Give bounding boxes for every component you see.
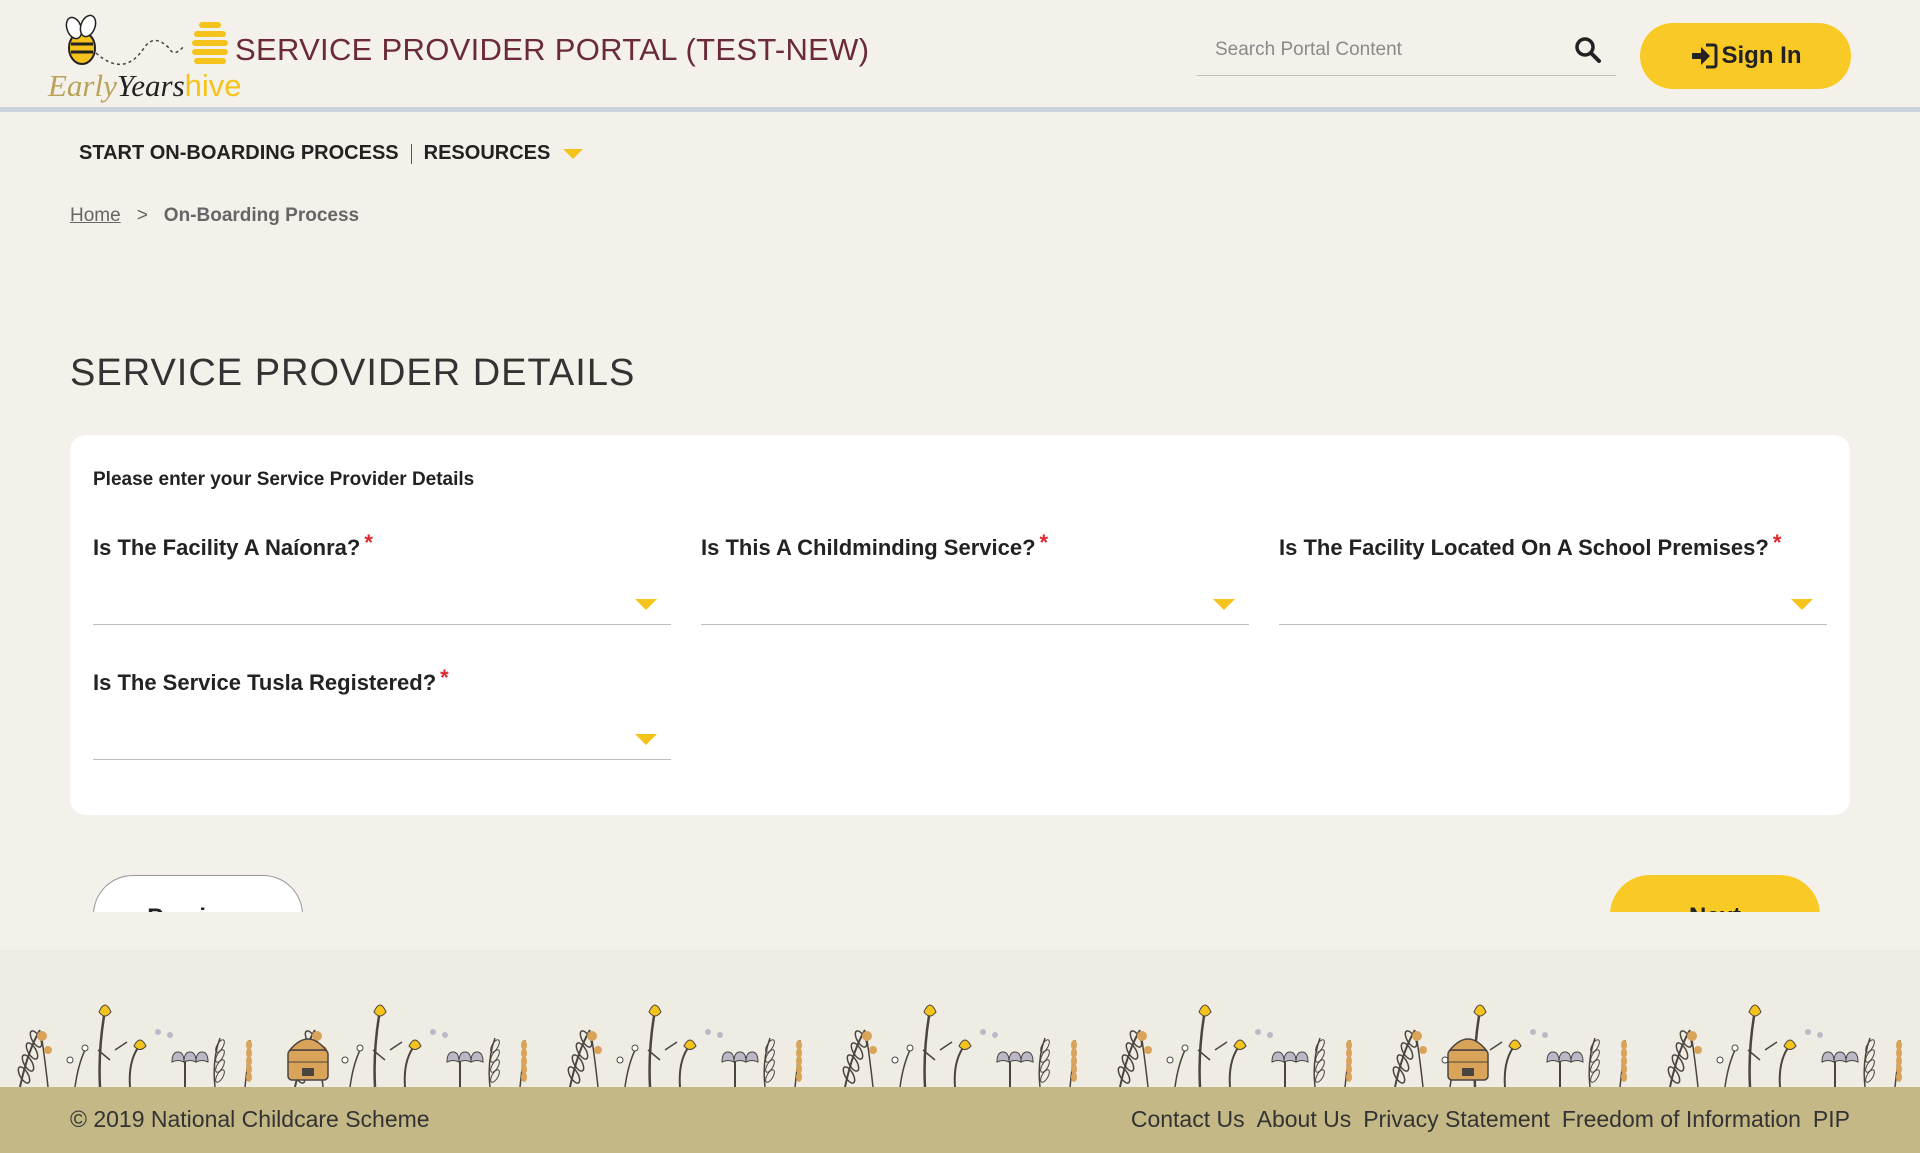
service-provider-form-card: Please enter your Service Provider Detai… [70,435,1850,815]
required-marker: * [1039,530,1049,555]
search-input[interactable] [1197,26,1557,74]
form-actions: Previous Next [0,860,1920,912]
field-childminding: Is This A Childminding Service? * [701,530,1249,625]
footer-flower-border [0,950,1920,1087]
breadcrumb-current: On-Boarding Process [163,205,360,226]
next-button[interactable]: Next [1610,875,1820,912]
main-nav: START ON-BOARDING PROCESS RESOURCES [79,142,584,165]
field-label: Is The Service Tusla Registered? * [93,665,671,696]
logo-word-hive: hive [184,68,242,103]
flower-border-illustration [17,1004,1902,1087]
field-label-text: Is The Facility A Naíonra? [93,535,361,560]
field-school-premises: Is The Facility Located On A School Prem… [1279,530,1827,625]
site-header: EarlyYearshive SERVICE PROVIDER PORTAL (… [0,0,1920,112]
search-box [1197,26,1616,76]
footer-link-pip[interactable]: PIP [1813,1106,1850,1133]
caret-down-icon [563,148,584,159]
required-marker: * [1772,530,1782,555]
field-label: Is The Facility Located On A School Prem… [1279,530,1827,561]
dropdown-caret-icon [1791,599,1813,610]
footer-link-privacy[interactable]: Privacy Statement [1363,1106,1550,1133]
logo-word-years: Years [116,68,185,103]
dropdown-caret-icon [635,599,657,610]
dropdown-caret-icon [1213,599,1235,610]
nav-resources[interactable]: RESOURCES [424,142,584,165]
copyright-text: © 2019 National Childcare Scheme [70,1106,430,1132]
portal-title: SERVICE PROVIDER PORTAL (TEST-NEW) [235,32,870,67]
naionra-select[interactable] [93,577,671,625]
breadcrumb: Home > On-Boarding Process [70,205,359,227]
sign-in-icon [1691,43,1717,69]
required-marker: * [440,665,449,690]
field-tusla-registered: Is The Service Tusla Registered? * [93,665,671,760]
logo-wordmark: EarlyYearshive [48,68,242,104]
site-footer: © 2019 National Childcare Scheme Contact… [0,1087,1920,1153]
field-label-text: Is This A Childminding Service? [701,535,1036,560]
previous-button[interactable]: Previous [93,875,303,912]
tusla-registered-select[interactable] [93,712,671,760]
search-icon[interactable] [1574,36,1604,66]
logo-word-early: Early [48,68,117,103]
early-years-hive-logo[interactable]: EarlyYearshive [44,8,242,104]
field-label: Is The Facility A Naíonra? * [93,530,671,561]
field-label-text: Is The Facility Located On A School Prem… [1279,535,1769,560]
footer-links: Contact Us About Us Privacy Statement Fr… [1131,1106,1850,1133]
field-label-text: Is The Service Tusla Registered? [93,670,437,695]
breadcrumb-separator: > [136,205,148,226]
school-premises-select[interactable] [1279,577,1827,625]
nav-resources-label: RESOURCES [423,142,551,164]
field-naionra: Is The Facility A Naíonra? * [93,530,671,625]
field-label: Is This A Childminding Service? * [701,530,1249,561]
required-marker: * [364,530,373,555]
sign-in-label: Sign In [1721,42,1802,69]
footer-link-contact[interactable]: Contact Us [1131,1106,1245,1133]
page-title: SERVICE PROVIDER DETAILS [70,352,636,394]
breadcrumb-home-link[interactable]: Home [70,205,121,227]
childminding-select[interactable] [701,577,1249,625]
sign-in-button[interactable]: Sign In [1640,23,1851,89]
footer-link-foi[interactable]: Freedom of Information [1562,1106,1801,1133]
form-intro-text: Please enter your Service Provider Detai… [93,469,475,490]
nav-start-onboarding[interactable]: START ON-BOARDING PROCESS [79,142,399,165]
nav-separator [410,143,412,164]
dropdown-caret-icon [635,734,657,745]
footer-link-about[interactable]: About Us [1257,1106,1352,1133]
